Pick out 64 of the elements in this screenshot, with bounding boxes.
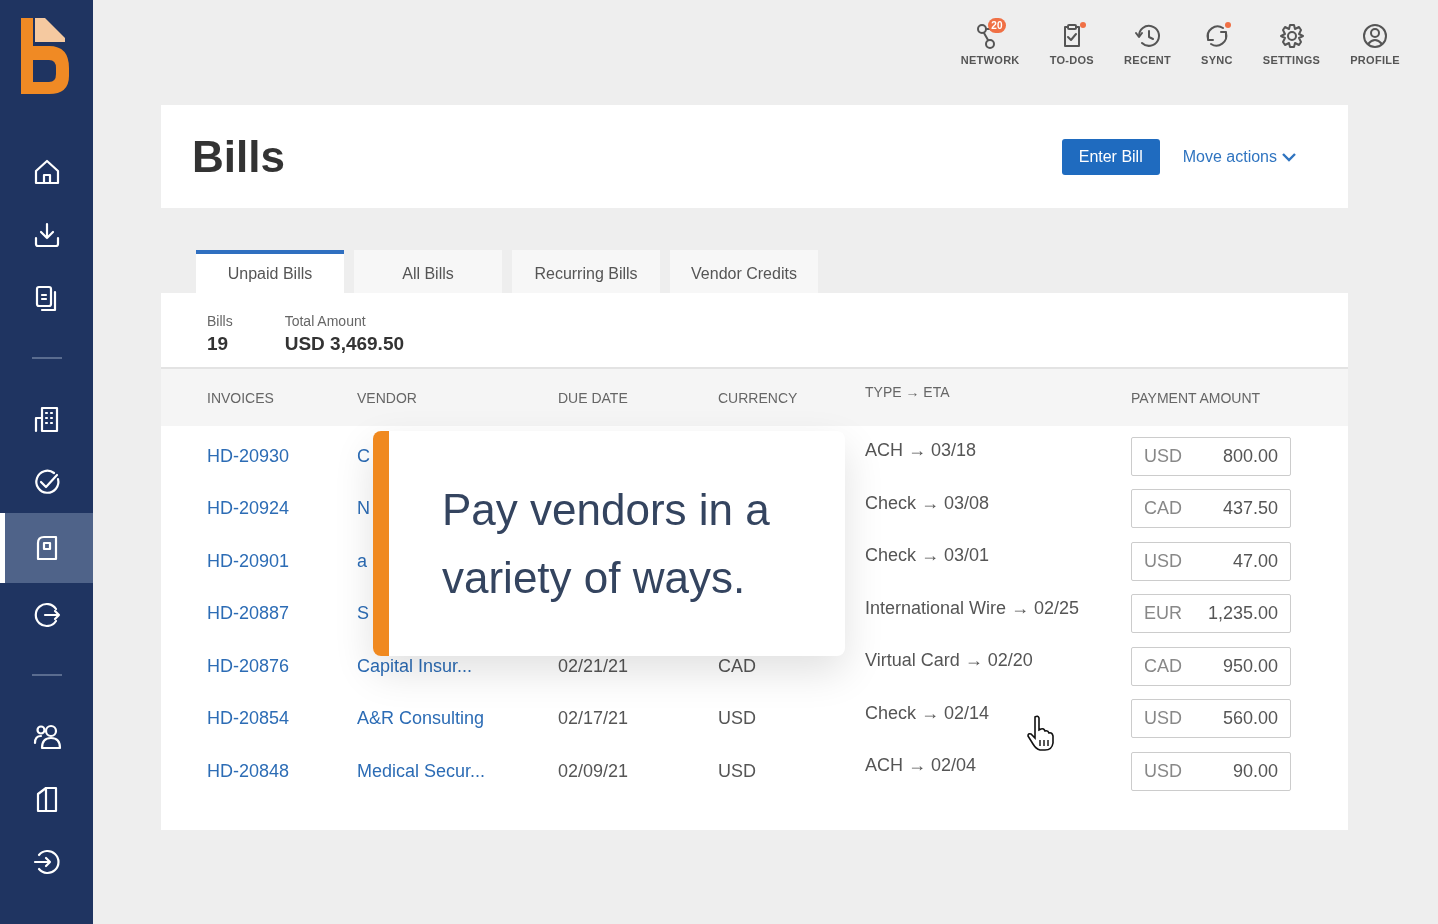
profile-icon [1361, 22, 1390, 50]
vendor-link[interactable]: A&R Consulting [357, 708, 485, 729]
payment-amount-field[interactable]: CAD 950.00 [1131, 646, 1291, 686]
column-header: DUE DATE [558, 389, 629, 406]
due-date: 02/17/21 [558, 708, 629, 729]
column-header: CURRENCY [718, 389, 799, 406]
invoice-link[interactable]: HD-20887 [207, 603, 357, 625]
due-date: 02/09/21 [558, 760, 629, 781]
summary-value: USD 3,469.50 [284, 333, 405, 355]
invoice-link[interactable]: HD-20901 [207, 550, 357, 572]
payment-amount-field[interactable]: USD 90.00 [1131, 751, 1291, 791]
type-eta: Virtual Card → 02/20 [865, 649, 1034, 671]
move-actions-menu[interactable]: Move actions [1182, 147, 1296, 166]
payment-amount-field[interactable]: CAD 437.50 [1131, 489, 1291, 529]
payment-amount-field[interactable]: USD 800.00 [1131, 436, 1291, 476]
payment-amount-field[interactable]: USD 560.00 [1131, 699, 1291, 739]
column-header: TYPE → ETA [865, 383, 951, 400]
payment-amount-field[interactable]: USD 47.00 [1131, 541, 1291, 581]
type-eta: ACH → 02/04 [865, 754, 978, 776]
toolbar-button[interactable]: RECENT [1120, 22, 1176, 105]
toolbar-button[interactable]: PROFILE [1346, 22, 1404, 105]
toolbar-button[interactable]: TO-DOS [1045, 22, 1098, 105]
callout-text: Pay vendors in a variety of ways. [442, 483, 771, 604]
settings-icon [1277, 22, 1306, 50]
vendor-link[interactable]: Capital Insur... [357, 655, 473, 676]
column-header: PAYMENT AMOUNT [1131, 389, 1262, 406]
vendor-link[interactable]: Medical Secur... [357, 760, 486, 781]
column-header: INVOICES [207, 389, 275, 406]
type-eta: Check → 03/01 [865, 544, 991, 566]
tab[interactable]: All Bills [354, 250, 502, 293]
payment-amount-field[interactable]: EUR 1,235.00 [1131, 594, 1291, 634]
invoice-link[interactable]: HD-20930 [207, 445, 357, 467]
toolbar-button[interactable]: SETTINGS [1258, 22, 1325, 105]
due-date: 02/21/21 [558, 655, 629, 676]
currency: USD [718, 760, 756, 781]
summary-value: 19 [207, 333, 230, 355]
type-eta: ACH → 03/18 [865, 439, 978, 461]
chevron-down-icon [1282, 151, 1296, 162]
vendor-link[interactable]: C [357, 445, 370, 466]
page-title: Bills [192, 131, 286, 182]
invoice-link[interactable]: HD-20854 [207, 708, 357, 730]
type-eta: International Wire → 02/25 [865, 596, 1081, 619]
tab[interactable]: Vendor Credits [670, 250, 818, 293]
vendor-link[interactable]: a [357, 550, 367, 571]
toolbar-button[interactable]: SYNC [1197, 22, 1237, 105]
sidebar-item[interactable] [0, 513, 93, 583]
type-eta: Check → 02/14 [865, 701, 991, 724]
invoice-link[interactable]: HD-20924 [207, 498, 357, 520]
logo-icon [19, 16, 71, 96]
column-header: VENDOR [357, 389, 418, 406]
tab[interactable]: Unpaid Bills [196, 250, 344, 293]
vendor-link[interactable]: S [357, 603, 369, 624]
invoice-link[interactable]: HD-20876 [207, 655, 357, 677]
history-icon [1133, 22, 1162, 50]
vendor-link[interactable]: N [357, 498, 370, 519]
notification-badge: 20 [988, 18, 1006, 33]
invoice-link[interactable]: HD-20848 [207, 760, 357, 782]
tab[interactable]: Recurring Bills [512, 250, 660, 293]
currency: CAD [718, 655, 756, 676]
enter-bill-button[interactable]: Enter Bill [1061, 138, 1160, 175]
type-eta: Check → 03/08 [865, 491, 991, 514]
summary-label: Total Amount [284, 313, 367, 329]
summary-label: Bills [207, 313, 233, 329]
currency: USD [718, 708, 756, 729]
